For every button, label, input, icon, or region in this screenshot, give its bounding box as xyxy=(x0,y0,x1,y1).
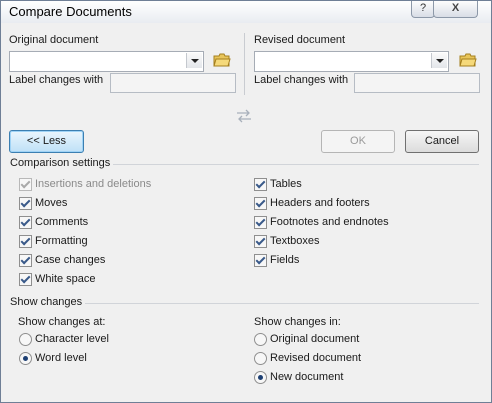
less-button[interactable]: << Less xyxy=(9,130,84,153)
original-document-combo[interactable] xyxy=(9,51,204,72)
column-divider xyxy=(244,33,245,95)
headers-footers-label: Headers and footers xyxy=(270,197,370,209)
show-changes-title: Show changes xyxy=(10,296,83,308)
insertions-deletions-label: Insertions and deletions xyxy=(35,178,152,190)
character-level-label: Character level xyxy=(35,333,109,345)
revised-document-heading: Revised document xyxy=(254,34,346,46)
show-changes-at-label: Show changes at: xyxy=(18,316,106,328)
original-document-radio[interactable] xyxy=(254,333,267,346)
open-folder-icon[interactable] xyxy=(459,53,477,67)
headers-footers-checkbox[interactable] xyxy=(254,197,267,210)
show-changes-in-label: Show changes in: xyxy=(254,316,341,328)
cancel-button[interactable]: Cancel xyxy=(405,130,479,153)
section-divider xyxy=(85,303,479,304)
insertions-deletions-checkbox[interactable] xyxy=(19,178,32,191)
word-level-label: Word level xyxy=(35,352,87,364)
compare-documents-dialog: Compare Documents ? X Original document … xyxy=(0,0,492,403)
revised-document-radio[interactable] xyxy=(254,352,267,365)
white-space-checkbox[interactable] xyxy=(19,273,32,286)
moves-label: Moves xyxy=(35,197,68,209)
original-document-heading: Original document xyxy=(9,34,99,46)
word-level-radio[interactable] xyxy=(19,352,32,365)
ok-button[interactable]: OK xyxy=(321,130,395,153)
comments-checkbox[interactable] xyxy=(19,216,32,229)
textboxes-checkbox[interactable] xyxy=(254,235,267,248)
help-button[interactable]: ? xyxy=(411,1,435,18)
revised-document-combo[interactable] xyxy=(254,51,449,72)
tables-label: Tables xyxy=(270,178,302,190)
footnotes-endnotes-label: Footnotes and endnotes xyxy=(270,216,389,228)
new-document-radio[interactable] xyxy=(254,371,267,384)
footnotes-endnotes-checkbox[interactable] xyxy=(254,216,267,229)
case-changes-checkbox[interactable] xyxy=(19,254,32,267)
revised-label-changes-label: Label changes with xyxy=(254,74,349,86)
original-label-changes-label: Label changes with xyxy=(9,74,104,86)
textboxes-label: Textboxes xyxy=(270,235,320,247)
original-document-label: Original document xyxy=(270,333,360,345)
fields-checkbox[interactable] xyxy=(254,254,267,267)
character-level-radio[interactable] xyxy=(19,333,32,346)
swap-documents-icon[interactable] xyxy=(235,109,253,123)
close-button[interactable]: X xyxy=(433,1,478,18)
title-bar: Compare Documents ? X xyxy=(1,1,491,23)
formatting-label: Formatting xyxy=(35,235,88,247)
revised-document-label: Revised document xyxy=(270,352,362,364)
open-folder-icon[interactable] xyxy=(213,53,231,67)
tables-checkbox[interactable] xyxy=(254,178,267,191)
comparison-settings-title: Comparison settings xyxy=(10,157,111,169)
formatting-checkbox[interactable] xyxy=(19,235,32,248)
revised-label-changes-field[interactable] xyxy=(354,73,480,93)
window-title: Compare Documents xyxy=(9,4,132,19)
fields-label: Fields xyxy=(270,254,300,266)
chevron-down-icon[interactable] xyxy=(186,53,202,68)
comments-label: Comments xyxy=(35,216,89,228)
section-divider xyxy=(113,164,479,165)
case-changes-label: Case changes xyxy=(35,254,106,266)
moves-checkbox[interactable] xyxy=(19,197,32,210)
original-label-changes-field[interactable] xyxy=(110,73,236,93)
chevron-down-icon[interactable] xyxy=(431,53,447,68)
white-space-label: White space xyxy=(35,273,96,285)
new-document-label: New document xyxy=(270,371,344,383)
